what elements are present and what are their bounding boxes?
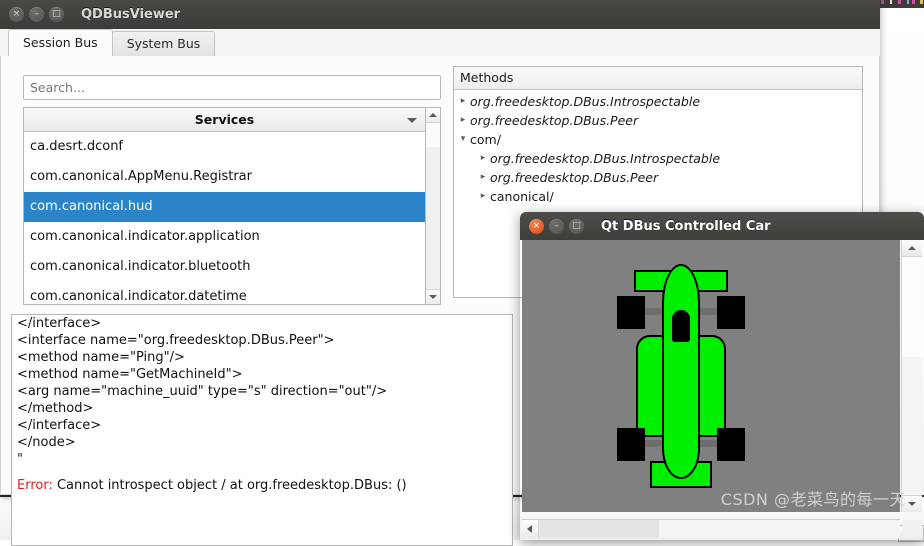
services-list[interactable]: Services ca.desrt.dconf com.canonical.Ap…	[23, 107, 425, 305]
methods-header: Methods	[454, 67, 862, 90]
list-item[interactable]: ca.desrt.dconf	[24, 132, 425, 162]
tree-item[interactable]: ▸ canonical/	[454, 187, 862, 206]
scroll-up-button[interactable]	[426, 108, 440, 123]
minimize-icon[interactable]: –	[29, 7, 44, 22]
scrollbar-thumb[interactable]	[426, 123, 440, 147]
log-line: </node>	[17, 435, 76, 450]
tab-session-bus[interactable]: Session Bus	[8, 29, 113, 57]
error-label: Error:	[17, 478, 53, 493]
log-line: "	[17, 452, 23, 467]
error-message: Cannot introspect object / at org.freede…	[56, 478, 407, 493]
tree-item[interactable]: ▸ org.freedesktop.DBus.Peer	[454, 168, 862, 187]
tree-item-label: org.freedesktop.DBus.Peer	[490, 170, 659, 185]
scroll-left-button[interactable]	[522, 520, 539, 538]
car-graphic	[614, 258, 748, 493]
close-glyph: ×	[532, 220, 541, 231]
car-horizontal-scrollbar[interactable]	[522, 519, 900, 538]
car-wheel-rear-left	[617, 428, 645, 461]
tree-item[interactable]: ▸ org.freedesktop.DBus.Introspectable	[454, 92, 862, 111]
tree-item-label: canonical/	[490, 189, 554, 204]
tree-item[interactable]: ▸ org.freedesktop.DBus.Peer	[454, 111, 862, 130]
tree-item-label: org.freedesktop.DBus.Introspectable	[470, 94, 701, 109]
chevron-right-icon[interactable]: ▸	[476, 187, 490, 206]
search-input[interactable]	[23, 75, 441, 100]
watermark-text: CSDN @老菜鸟的每一天	[720, 490, 906, 509]
minimize-icon[interactable]: –	[549, 218, 564, 234]
chevron-up-icon	[908, 246, 916, 250]
chevron-right-icon[interactable]: ▸	[476, 149, 490, 168]
log-output-pane[interactable]: </interface> <interface name="org.freede…	[11, 314, 513, 546]
car-chassis	[662, 264, 700, 479]
tree-item[interactable]: ▸ org.freedesktop.DBus.Introspectable	[454, 149, 862, 168]
list-item-selected[interactable]: com.canonical.hud	[24, 192, 425, 222]
close-glyph: ×	[12, 9, 21, 19]
car-window-title: Qt DBus Controlled Car	[601, 218, 771, 234]
log-line: <arg name="machine_uuid" type="s" direct…	[17, 384, 388, 399]
log-line: <interface name="org.freedesktop.DBus.Pe…	[17, 333, 335, 348]
scroll-up-button[interactable]	[902, 240, 922, 257]
services-list-box: Services ca.desrt.dconf com.canonical.Ap…	[23, 107, 441, 305]
chevron-right-icon[interactable]: ▸	[456, 92, 470, 111]
car-wheel-front-right	[717, 296, 745, 329]
tab-bar: Session Bus System Bus	[0, 29, 880, 57]
chevron-right-icon[interactable]: ▸	[456, 111, 470, 130]
car-vertical-scrollbar[interactable]	[901, 240, 922, 512]
services-column-header[interactable]: Services	[24, 108, 425, 132]
list-item[interactable]: com.canonical.indicator.application	[24, 222, 425, 252]
scrollbar-thumb[interactable]	[539, 520, 659, 538]
log-line: <method name="Ping"/>	[17, 350, 185, 365]
window-title: QDBusViewer	[81, 7, 181, 22]
chevron-up-icon	[429, 113, 437, 117]
log-line: </interface>	[17, 316, 102, 331]
tree-item-label: org.freedesktop.DBus.Peer	[470, 113, 639, 128]
chevron-down-icon[interactable]	[407, 118, 417, 123]
methods-tree[interactable]: ▸ org.freedesktop.DBus.Introspectable ▸ …	[454, 90, 862, 206]
chevron-left-icon	[527, 525, 532, 533]
close-icon[interactable]: ×	[9, 7, 24, 22]
services-header-label: Services	[194, 112, 255, 127]
log-line: </interface>	[17, 418, 102, 433]
chevron-down-icon	[908, 502, 916, 506]
tree-item-label: org.freedesktop.DBus.Introspectable	[490, 151, 721, 166]
services-pane: Services ca.desrt.dconf com.canonical.Ap…	[23, 75, 441, 307]
minimize-glyph: –	[34, 9, 39, 19]
minimize-glyph: –	[554, 220, 559, 231]
chevron-right-icon[interactable]: ▸	[476, 168, 490, 187]
maximize-icon[interactable]: □	[49, 7, 64, 22]
car-window-titlebar[interactable]: × – □ Qt DBus Controlled Car	[520, 212, 924, 240]
scrollbar-thumb[interactable]	[902, 257, 922, 357]
maximize-icon[interactable]: □	[569, 218, 584, 234]
car-cockpit	[672, 310, 690, 342]
chevron-down-icon[interactable]: ▾	[456, 130, 470, 149]
qdbusviewer-titlebar[interactable]: × – □ QDBusViewer	[0, 0, 880, 29]
log-line: <method name="GetMachineId">	[17, 367, 243, 382]
scroll-down-button[interactable]	[426, 289, 440, 304]
car-wheel-rear-right	[717, 428, 745, 461]
chevron-down-icon	[429, 295, 437, 299]
tree-item-label: com/	[470, 132, 501, 147]
log-error-line: Error: Cannot introspect object / at org…	[12, 468, 512, 494]
list-item[interactable]: com.canonical.indicator.bluetooth	[24, 252, 425, 282]
list-item[interactable]: com.canonical.indicator.datetime	[24, 282, 425, 304]
car-wheel-front-left	[617, 296, 645, 329]
services-scrollbar[interactable]	[425, 107, 441, 305]
car-window: × – □ Qt DBus Controlled Car CSDN @老菜鸟的每…	[520, 212, 924, 540]
scrollbar-corner	[902, 520, 922, 538]
log-line: </method>	[17, 401, 94, 416]
maximize-glyph: □	[572, 220, 581, 231]
tree-item[interactable]: ▾ com/	[454, 130, 862, 149]
maximize-glyph: □	[52, 9, 61, 19]
tab-system-bus[interactable]: System Bus	[111, 31, 216, 56]
list-item[interactable]: com.canonical.AppMenu.Registrar	[24, 162, 425, 192]
close-icon[interactable]: ×	[529, 218, 544, 234]
car-canvas[interactable]	[522, 240, 900, 512]
